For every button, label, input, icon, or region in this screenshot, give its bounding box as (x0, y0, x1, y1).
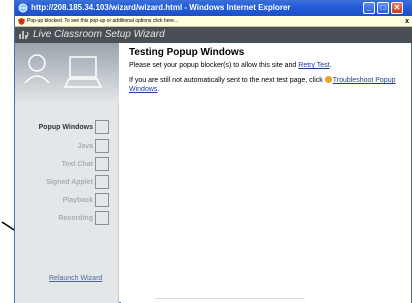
relaunch-wizard-link[interactable]: Relaunch Wizard (49, 275, 102, 282)
step-label: Playback (62, 197, 93, 204)
step-java: Java (15, 139, 119, 155)
step-status-box (95, 193, 109, 207)
step-recording: Recording (15, 211, 119, 227)
instruction-text: Please set your popup blocker(s) to allo… (129, 62, 299, 69)
step-signed-applet: Signed Applet (15, 175, 119, 191)
step-popup-windows: Popup Windows (15, 120, 119, 136)
troubleshoot-end: . (157, 86, 160, 93)
maximize-button[interactable]: □ (377, 2, 389, 14)
ie-window: http://208.185.34.103/wizard/wizard.html… (14, 0, 412, 303)
wizard-sidebar: Popup Windows Java Text Chat Signed Appl… (15, 43, 119, 303)
retry-test-link[interactable]: Retry Test (298, 62, 329, 69)
troubleshoot-text: If you are still not automatically sent … (129, 77, 325, 84)
step-status-box (95, 211, 109, 225)
step-label: Java (77, 143, 93, 150)
sidebar-illustration (15, 43, 119, 103)
step-status-box (95, 175, 109, 189)
close-button[interactable]: ✕ (391, 2, 403, 14)
step-status-box (95, 157, 109, 171)
wizard-content: Testing Popup Windows Please set your po… (121, 43, 411, 303)
teacher-computer-illustration (24, 54, 103, 88)
shield-icon (18, 18, 25, 25)
step-label: Recording (58, 215, 93, 222)
window-titlebar[interactable]: http://208.185.34.103/wizard/wizard.html… (15, 0, 412, 16)
wizard-header: Live Classroom Setup Wizard (15, 27, 412, 43)
window-title: http://208.185.34.103/wizard/wizard.html… (31, 3, 291, 12)
ie-icon (18, 3, 28, 13)
step-text-chat: Text Chat (15, 157, 119, 173)
troubleshoot-paragraph: If you are still not automatically sent … (129, 76, 403, 94)
tip-icon (324, 76, 332, 83)
instruction-paragraph: Please set your popup blocker(s) to allo… (129, 61, 403, 70)
page-title: Testing Popup Windows (129, 47, 245, 58)
step-label: Text Chat (61, 161, 93, 168)
step-label: Signed Applet (46, 179, 93, 186)
infobar-close-button[interactable]: x (405, 16, 409, 26)
divider (155, 298, 305, 299)
step-status-box (95, 120, 109, 134)
step-playback: Playback (15, 193, 119, 209)
step-status-box (95, 139, 109, 153)
logo-icon (19, 31, 29, 39)
instruction-end: . (329, 62, 332, 69)
popup-blocked-infobar[interactable]: Pop-up blocked. To see this pop-up or ad… (15, 16, 412, 27)
infobar-message: Pop-up blocked. To see this pop-up or ad… (27, 18, 179, 24)
step-label: Popup Windows (38, 124, 93, 131)
wizard-title: Live Classroom Setup Wizard (33, 29, 165, 40)
minimize-button[interactable]: _ (363, 2, 375, 14)
